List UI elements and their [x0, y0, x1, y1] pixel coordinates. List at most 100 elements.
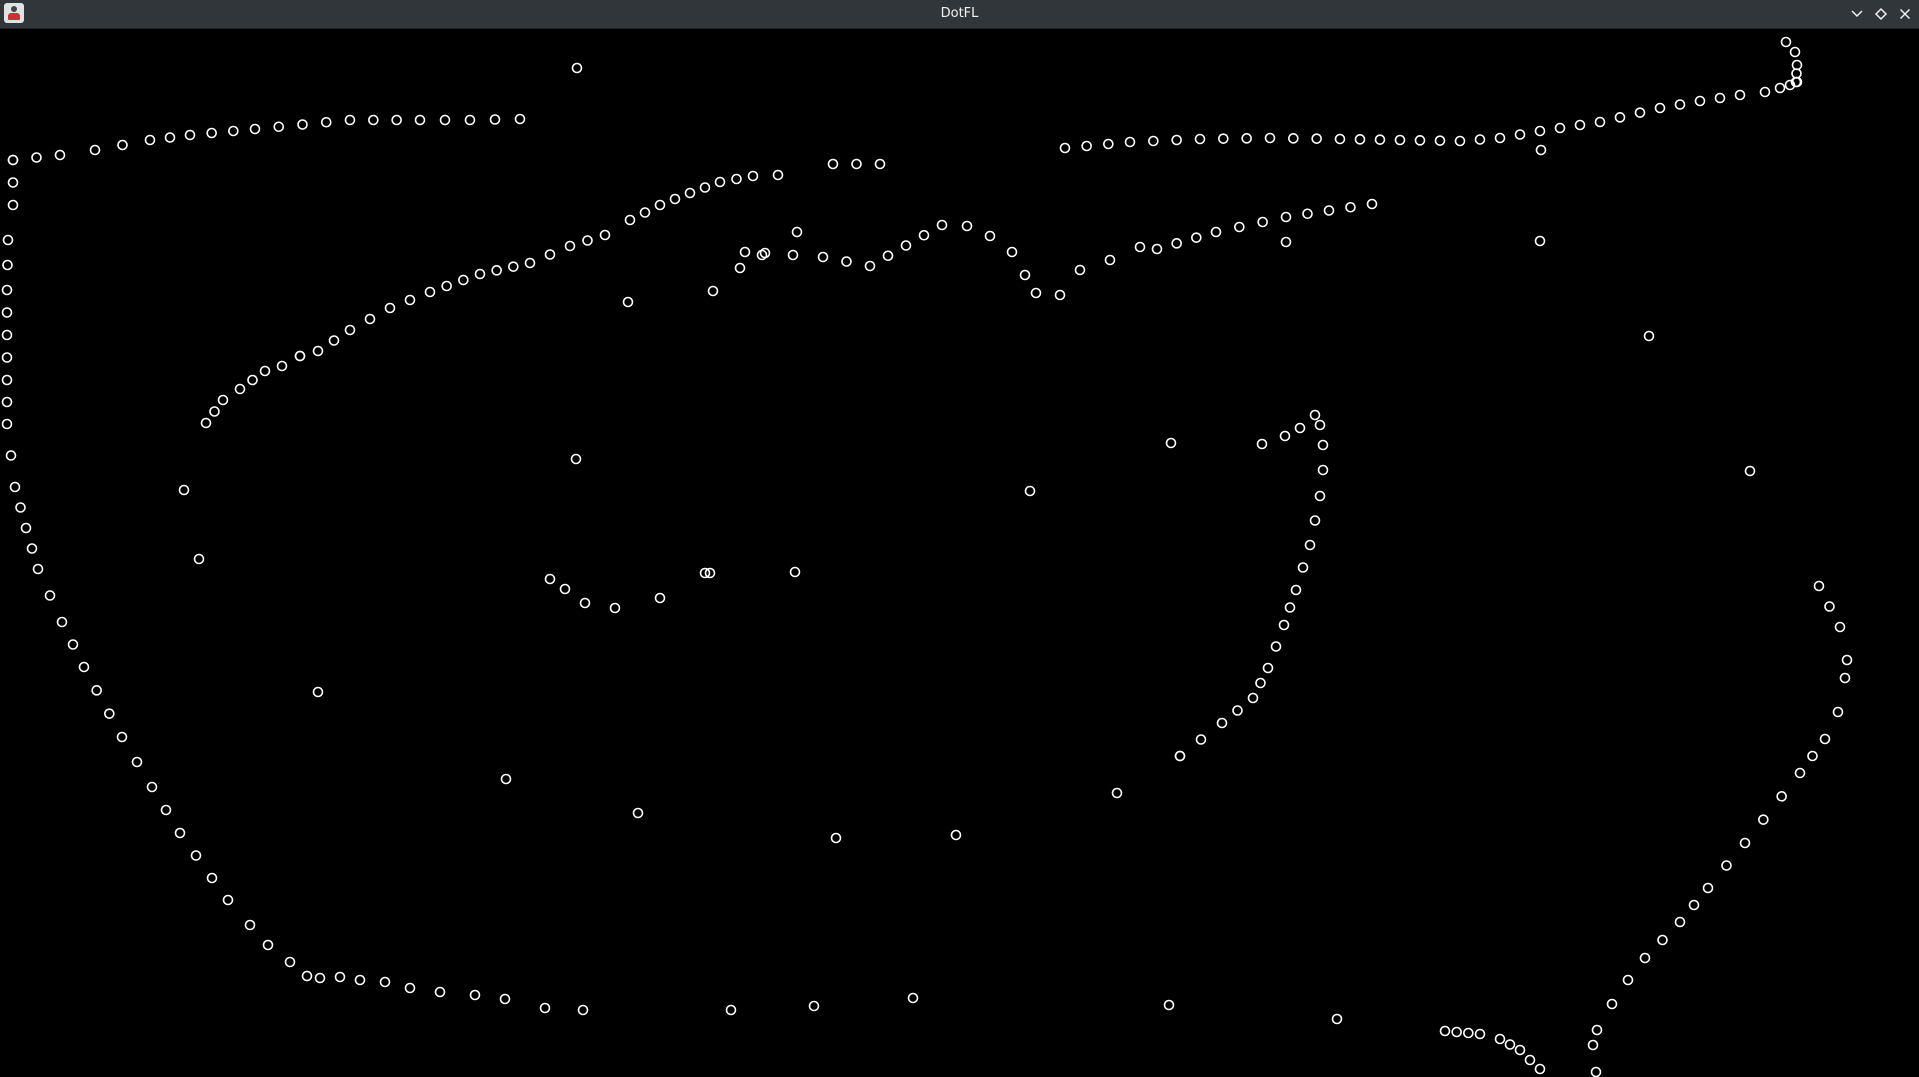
close-button[interactable] — [1896, 5, 1914, 23]
canvas-dot — [294, 350, 306, 362]
canvas-dot — [1591, 1024, 1603, 1036]
canvas-dot — [441, 280, 452, 292]
canvas-dot — [622, 296, 634, 308]
canvas-dot — [827, 158, 839, 170]
canvas-dot — [851, 158, 862, 170]
canvas-dot — [1819, 733, 1831, 745]
minimize-button[interactable] — [1848, 5, 1866, 23]
canvas-dot — [368, 114, 379, 126]
canvas-dot — [1232, 705, 1243, 716]
canvas-dot — [1054, 289, 1066, 301]
canvas-dot — [344, 324, 356, 336]
canvas-dot — [1314, 419, 1326, 431]
canvas-dot — [900, 240, 912, 251]
canvas-dot — [1256, 438, 1268, 450]
canvas-dot — [1171, 134, 1182, 146]
canvas-dot — [1247, 692, 1259, 704]
canvas-dot — [1317, 439, 1329, 451]
canvas-dot — [9, 481, 21, 493]
canvas-dot — [582, 235, 593, 246]
maximize-button[interactable] — [1872, 5, 1890, 23]
canvas-dot — [907, 992, 919, 1004]
canvas-dot — [734, 262, 746, 274]
canvas-dot — [564, 240, 576, 252]
canvas-dot — [404, 294, 416, 306]
canvas-dot — [1654, 102, 1666, 114]
canvas-dot — [1839, 672, 1851, 684]
canvas-dot — [1434, 135, 1446, 146]
canvas-dot — [1451, 1026, 1462, 1038]
canvas-dot — [7, 177, 19, 188]
canvas-dot — [174, 827, 186, 839]
canvas-dot — [570, 453, 582, 465]
canvas-dot — [1165, 437, 1177, 449]
canvas-dot — [961, 220, 973, 232]
canvas-dot — [1534, 235, 1546, 247]
canvas-dot — [7, 199, 19, 211]
canvas-dot — [1, 284, 13, 296]
canvas-dot — [1074, 264, 1086, 276]
canvas-dot — [1334, 133, 1346, 145]
canvas-dot — [78, 661, 90, 673]
canvas-dot — [1317, 464, 1329, 476]
window-titlebar[interactable]: DotFL — [0, 0, 1919, 29]
canvas-dot — [725, 1004, 737, 1016]
canvas-dot — [759, 247, 771, 259]
canvas-dot — [1241, 133, 1252, 144]
canvas-dot — [639, 207, 651, 218]
diamond-icon — [1874, 7, 1888, 21]
canvas-dot — [1739, 837, 1751, 849]
canvas-dot — [1124, 136, 1136, 148]
canvas-dot — [1832, 706, 1844, 718]
canvas-dot — [789, 566, 801, 578]
canvas-dot — [354, 974, 366, 986]
canvas-dot — [1494, 132, 1506, 144]
canvas-dot — [1494, 1033, 1506, 1045]
canvas-dot — [787, 249, 799, 261]
canvas-dot — [1103, 138, 1114, 150]
canvas-dot — [1030, 287, 1042, 299]
canvas-dot — [1674, 99, 1686, 110]
canvas-dot — [669, 193, 681, 205]
canvas-dot — [344, 114, 356, 126]
canvas-dot — [234, 383, 246, 395]
canvas-dot — [178, 484, 190, 496]
canvas-dot — [1288, 133, 1299, 144]
canvas-dot — [284, 956, 296, 968]
canvas-dot — [489, 114, 501, 125]
canvas-dot — [328, 335, 340, 346]
canvas-dot — [1257, 216, 1268, 228]
canvas-dot — [808, 1000, 820, 1012]
canvas-dot — [474, 268, 486, 280]
canvas-dot — [458, 274, 469, 286]
canvas-dot — [714, 176, 726, 188]
canvas-dot — [1758, 814, 1769, 825]
canvas-dot — [1463, 1027, 1474, 1039]
canvas-dot — [15, 502, 26, 513]
canvas-dot — [936, 219, 948, 231]
canvas-dot — [1774, 82, 1786, 94]
canvas-dot — [384, 302, 396, 314]
canvas-dot — [1524, 1054, 1536, 1066]
canvas-dot — [1, 396, 13, 408]
canvas-dot — [1587, 1039, 1599, 1051]
dot-canvas[interactable] — [0, 29, 1919, 1077]
canvas-dot — [89, 144, 101, 156]
canvas-dot — [772, 169, 784, 181]
canvas-dot — [1744, 465, 1756, 477]
canvas-dot — [1394, 134, 1406, 146]
canvas-dot — [1195, 734, 1207, 745]
canvas-dot — [1331, 1013, 1343, 1025]
window-title: DotFL — [940, 6, 979, 21]
canvas-dot — [1280, 211, 1292, 223]
canvas-dot — [404, 982, 416, 994]
canvas-dot — [320, 116, 332, 128]
canvas-dot — [1134, 241, 1146, 253]
canvas-dot — [1813, 580, 1825, 592]
canvas-dot — [1791, 68, 1802, 79]
canvas-dot — [1791, 59, 1803, 71]
canvas-dot — [259, 365, 271, 377]
canvas-dot — [1280, 236, 1292, 248]
canvas-dot — [882, 250, 894, 262]
canvas-dot — [508, 261, 519, 272]
